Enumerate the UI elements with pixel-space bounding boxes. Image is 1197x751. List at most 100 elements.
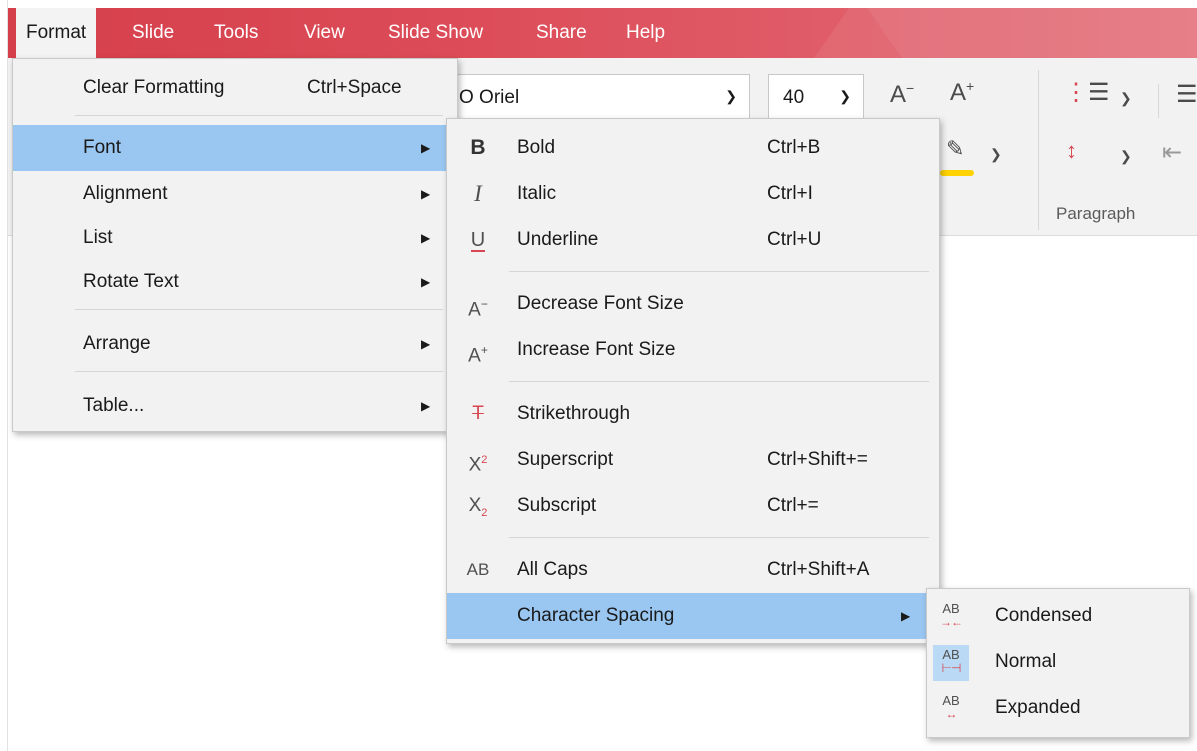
submenu-arrow-icon: ▶ (421, 275, 431, 289)
menubar-decoration (859, 8, 1197, 58)
menu-item-condensed[interactable]: AB →← Condensed (927, 593, 1189, 639)
font-size-value: 40 (783, 87, 805, 108)
menu-item-underline[interactable]: U Underline Ctrl+U (447, 217, 939, 263)
menu-item-label: Alignment (83, 183, 168, 204)
menu-item-table[interactable]: Table... ▶ (13, 383, 457, 429)
menu-item-label: Font (83, 137, 122, 158)
menu-item-label: All Caps (517, 559, 588, 580)
increase-font-size-icon[interactable]: A+ (950, 78, 974, 107)
font-name-value: O Oriel (459, 87, 520, 108)
menu-item-subscript[interactable]: X2 Subscript Ctrl+= (447, 483, 939, 529)
chevron-down-icon[interactable]: ❯ (839, 88, 851, 105)
menu-item-label: Bold (517, 137, 556, 158)
menu-item-label: Decrease Font Size (517, 293, 684, 314)
menu-item-strikethrough[interactable]: T Strikethrough (447, 391, 939, 437)
menu-item-superscript[interactable]: X2 Superscript Ctrl+Shift+= (447, 437, 939, 483)
submenu-arrow-icon: ▶ (901, 609, 911, 623)
bold-icon: B (470, 136, 486, 159)
subscript-icon: X2 (468, 495, 488, 519)
submenu-arrow-icon: ▶ (421, 141, 431, 155)
shortcut-label: Ctrl+I (767, 183, 813, 204)
condensed-spacing-icon: AB →← (933, 599, 969, 635)
chevron-down-icon[interactable]: ❯ (1120, 148, 1132, 165)
all-caps-icon: AB (466, 560, 490, 579)
highlight-pen-icon[interactable]: ✎ (946, 136, 964, 162)
menu-item-expanded[interactable]: AB ↔ Expanded (927, 685, 1189, 731)
format-menu: Clear Formatting Ctrl+Space Font ▶ Align… (12, 58, 458, 432)
menu-item-label: Clear Formatting (83, 77, 225, 98)
ribbon-divider (1038, 70, 1039, 230)
menu-separator (75, 371, 443, 372)
menu-item-label: Condensed (995, 605, 1093, 626)
highlight-color-swatch (940, 170, 974, 176)
submenu-arrow-icon: ▶ (421, 399, 431, 413)
chevron-down-icon[interactable]: ❯ (725, 88, 737, 105)
menu-separator (509, 271, 929, 272)
chevron-down-icon[interactable]: ❯ (1120, 90, 1132, 107)
menu-separator (509, 537, 929, 538)
menu-help[interactable]: Help (616, 8, 675, 58)
menu-item-label: Underline (517, 229, 599, 250)
shortcut-label: Ctrl+Shift+= (767, 449, 868, 470)
font-size-select[interactable]: 40 ❯ (768, 74, 864, 122)
menu-item-normal[interactable]: AB ⊢⊣ Normal (927, 639, 1189, 685)
numbered-list-icon[interactable]: ☰ (1176, 80, 1197, 109)
menu-item-all-caps[interactable]: AB All Caps Ctrl+Shift+A (447, 547, 939, 593)
menu-item-rotate-text[interactable]: Rotate Text ▶ (13, 259, 457, 305)
menu-item-label: Superscript (517, 449, 614, 470)
menu-separator (75, 309, 443, 310)
menu-tools[interactable]: Tools (204, 8, 268, 58)
menu-item-label: Increase Font Size (517, 339, 676, 360)
shortcut-label: Ctrl+B (767, 137, 821, 158)
submenu-arrow-icon: ▶ (421, 337, 431, 351)
menu-separator (509, 381, 929, 382)
submenu-arrow-icon: ▶ (421, 231, 431, 245)
superscript-icon: X2 (468, 454, 488, 476)
menu-item-italic[interactable]: I Italic Ctrl+I (447, 171, 939, 217)
menu-slide[interactable]: Slide (122, 8, 184, 58)
menu-item-label: Rotate Text (83, 271, 179, 292)
menu-item-arrange[interactable]: Arrange ▶ (13, 321, 457, 367)
menu-item-alignment[interactable]: Alignment ▶ (13, 171, 457, 217)
menu-item-font[interactable]: Font ▶ (13, 125, 457, 171)
normal-spacing-icon: AB ⊢⊣ (933, 645, 969, 681)
menu-format[interactable]: Format (16, 8, 97, 58)
menu-item-label: Character Spacing (517, 605, 675, 626)
menu-item-label: List (83, 227, 113, 248)
decrease-font-size-icon[interactable]: A− (890, 80, 914, 109)
increase-font-size-icon: A+ (468, 343, 488, 367)
window-left-frame (0, 0, 8, 751)
spacing-icon-text: AB (942, 601, 960, 616)
decrease-font-size-icon: A− (468, 297, 488, 321)
menu-item-label: Arrange (83, 333, 151, 354)
menu-item-label: Subscript (517, 495, 597, 516)
submenu-arrow-icon: ▶ (421, 187, 431, 201)
menu-item-increase-font-size[interactable]: A+ Increase Font Size (447, 327, 939, 373)
bullet-list-icon[interactable]: ⋮☰ (1064, 78, 1110, 107)
paragraph-group-label: Paragraph (1056, 204, 1136, 223)
menu-item-decrease-font-size[interactable]: A− Decrease Font Size (447, 281, 939, 327)
ribbon-divider (1158, 84, 1159, 118)
decrease-indent-icon[interactable]: ⇤ (1162, 138, 1182, 167)
spacing-icon-text: AB (942, 693, 960, 708)
menu-item-label: Italic (517, 183, 557, 204)
character-spacing-submenu: AB →← Condensed AB ⊢⊣ Normal AB ↔ Expand… (926, 588, 1190, 738)
font-name-select[interactable]: O Oriel ❯ (440, 74, 750, 122)
spacing-icon-text: AB (942, 647, 960, 662)
menu-share[interactable]: Share (526, 8, 597, 58)
shortcut-label: Ctrl+Shift+A (767, 559, 870, 580)
menu-slide-show[interactable]: Slide Show (378, 8, 493, 58)
menu-item-list[interactable]: List ▶ (13, 215, 457, 261)
menu-item-clear-formatting[interactable]: Clear Formatting Ctrl+Space (13, 65, 457, 111)
menu-item-character-spacing[interactable]: Character Spacing ▶ (447, 593, 939, 639)
line-spacing-icon[interactable]: ↕ (1066, 138, 1077, 164)
shortcut-label: Ctrl+= (767, 495, 819, 516)
chevron-down-icon[interactable]: ❯ (990, 146, 1002, 163)
menu-view[interactable]: View (294, 8, 355, 58)
menu-item-label: Table... (83, 395, 145, 416)
menu-item-bold[interactable]: B Bold Ctrl+B (447, 125, 939, 171)
font-submenu: B Bold Ctrl+B I Italic Ctrl+I U Underlin… (446, 118, 940, 644)
shortcut-label: Ctrl+U (767, 229, 822, 250)
shortcut-label: Ctrl+Space (307, 77, 402, 98)
italic-icon: I (474, 181, 482, 206)
